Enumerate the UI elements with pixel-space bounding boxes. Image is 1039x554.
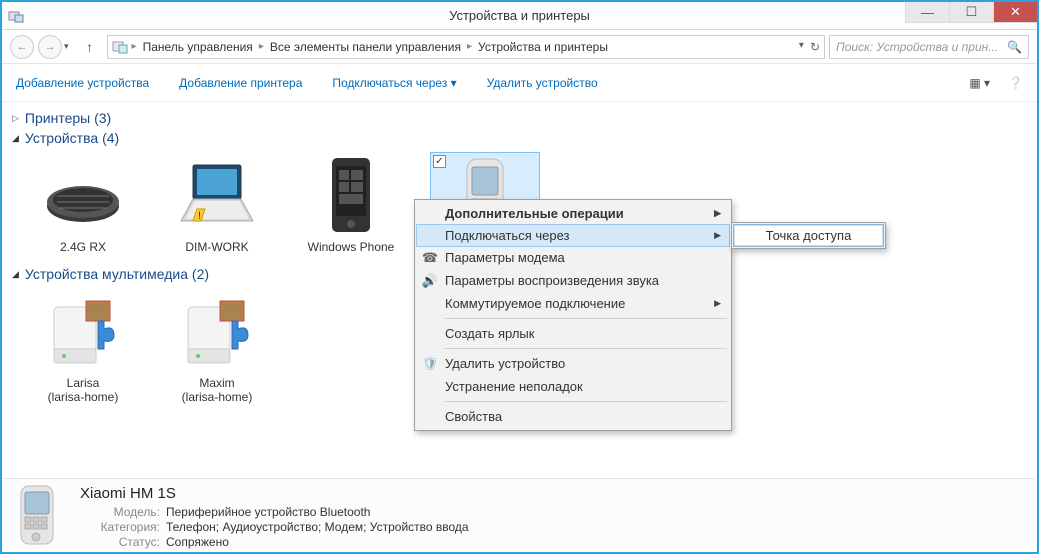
history-dropdown[interactable]: ▾ (64, 41, 69, 52)
media-host: (larisa-home) (32, 390, 134, 404)
window-title: Устройства и принтеры (2, 8, 1037, 23)
details-status: Сопряжено (166, 535, 229, 549)
keyboard-icon (38, 156, 128, 236)
close-button[interactable]: ✕ (993, 2, 1037, 23)
minimize-button[interactable]: — (905, 2, 949, 23)
refresh-button[interactable]: ↻ (810, 40, 820, 54)
up-button[interactable]: ↑ (81, 39, 99, 55)
group-devices-count: (4) (102, 130, 119, 146)
connect-via-button[interactable]: Подключаться через ▾ (332, 76, 456, 90)
address-dropdown[interactable]: ▾ (799, 40, 804, 54)
media-server-icon (172, 292, 262, 372)
details-category-label: Категория: (80, 520, 160, 534)
submenu-access-point[interactable]: Точка доступа (733, 224, 884, 247)
details-name: Xiaomi HM 1S (80, 485, 469, 502)
breadcrumb-1[interactable]: Панель управления (139, 40, 257, 54)
device-label: 2.4G RX (60, 240, 106, 254)
titlebar: Устройства и принтеры — ☐ ✕ (2, 2, 1037, 30)
group-multimedia-label: Устройства мультимедиа (25, 266, 188, 282)
forward-button[interactable]: → (38, 35, 62, 59)
collapse-icon: ◢ (12, 269, 19, 280)
breadcrumb-2[interactable]: Все элементы панели управления (266, 40, 465, 54)
expand-icon: ▷ (12, 113, 19, 124)
breadcrumb-3[interactable]: Устройства и принтеры (474, 40, 612, 54)
remove-device-button[interactable]: Удалить устройство (487, 76, 598, 90)
menu-additional-ops[interactable]: Дополнительные операции (417, 202, 729, 225)
phone-icon (306, 156, 396, 236)
media-server-icon (38, 292, 128, 372)
details-model: Периферийное устройство Bluetooth (166, 505, 370, 519)
details-category: Телефон; Аудиоустройство; Модем; Устройс… (166, 520, 469, 534)
group-printers-label: Принтеры (25, 110, 90, 126)
menu-properties[interactable]: Свойства (417, 405, 729, 428)
device-item-laptop[interactable]: ! DIM-WORK (162, 152, 272, 260)
add-printer-button[interactable]: Добавление принтера (179, 76, 302, 90)
group-printers-count: (3) (94, 110, 111, 126)
device-item-winphone[interactable]: Windows Phone (296, 152, 406, 260)
media-item-maxim[interactable]: Maxim (larisa-home) (162, 288, 272, 408)
search-placeholder: Поиск: Устройства и прин... (836, 40, 998, 54)
menu-remove-device[interactable]: 🛡Удалить устройство (417, 352, 729, 375)
modem-icon: ☎ (422, 250, 438, 266)
speaker-icon: 🔊 (422, 273, 438, 289)
group-devices[interactable]: ◢ Устройства (4) (12, 130, 1027, 146)
device-item-keyboard[interactable]: 2.4G RX (28, 152, 138, 260)
details-pane: Xiaomi HM 1S Модель: Периферийное устройс… (4, 478, 1035, 550)
context-submenu: Точка доступа (731, 222, 886, 249)
group-multimedia-count: (2) (192, 266, 209, 282)
menu-sound-params[interactable]: 🔊Параметры воспроизведения звука (417, 269, 729, 292)
shield-icon: 🛡 (422, 356, 438, 372)
laptop-icon: ! (172, 156, 262, 236)
menu-connect-via[interactable]: Подключаться через (416, 224, 730, 247)
svg-text:!: ! (198, 210, 201, 222)
details-status-label: Статус: (80, 535, 160, 549)
menu-modem-params[interactable]: ☎Параметры модема (417, 246, 729, 269)
details-model-label: Модель: (80, 505, 160, 519)
help-button[interactable]: ❔ (1008, 76, 1023, 90)
group-printers[interactable]: ▷ Принтеры (3) (12, 110, 1027, 126)
add-device-button[interactable]: Добавление устройства (16, 76, 149, 90)
device-label: DIM-WORK (185, 240, 248, 254)
media-host: (larisa-home) (166, 390, 268, 404)
selection-checkbox[interactable]: ✓ (433, 155, 446, 168)
navbar: ← → ▾ ↑ ▸ Панель управления ▸ Все элемен… (2, 30, 1037, 64)
group-devices-label: Устройства (25, 130, 98, 146)
search-input[interactable]: Поиск: Устройства и прин... 🔍 (829, 35, 1029, 59)
device-label: Windows Phone (308, 240, 395, 254)
collapse-icon: ◢ (12, 133, 19, 144)
search-icon: 🔍 (1007, 40, 1022, 54)
menu-troubleshoot[interactable]: Устранение неполадок (417, 375, 729, 398)
menu-create-shortcut[interactable]: Создать ярлык (417, 322, 729, 345)
location-icon (112, 39, 128, 55)
back-button[interactable]: ← (10, 35, 34, 59)
toolbar: Добавление устройства Добавление принтер… (2, 64, 1037, 102)
menu-dialup[interactable]: Коммутируемое подключение (417, 292, 729, 315)
media-item-larisa[interactable]: Larisa (larisa-home) (28, 288, 138, 408)
maximize-button[interactable]: ☐ (949, 2, 993, 23)
details-phone-icon (18, 485, 66, 547)
media-label: Maxim (199, 376, 234, 390)
context-menu: Дополнительные операции Подключаться чер… (414, 199, 732, 431)
address-bar[interactable]: ▸ Панель управления ▸ Все элементы панел… (107, 35, 825, 59)
media-label: Larisa (67, 376, 100, 390)
view-options-button[interactable]: ▦ ▾ (969, 76, 990, 90)
